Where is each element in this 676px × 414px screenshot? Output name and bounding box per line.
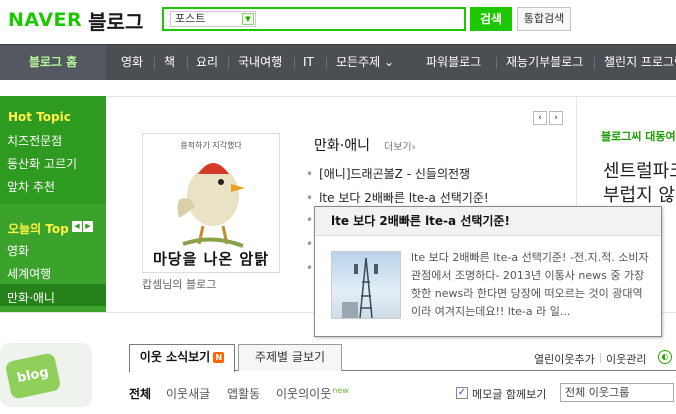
nav-item-movie[interactable]: 영화 <box>121 45 143 80</box>
book-caption[interactable]: 캅셈님의 블로그 <box>142 276 216 292</box>
today-top-item[interactable]: 세계여행 <box>7 265 51 282</box>
book-cover-image[interactable]: 용적하기 지각했다 마당을 나온 암탉 <box>142 133 280 273</box>
hot-topic-item[interactable]: 등산화 고르기 <box>7 155 77 172</box>
post-preview-popup[interactable]: lte 보다 2배빠른 lte-a 선택기준! lte 보다 2배빠른 lte-… <box>314 206 662 337</box>
bullet-icon: • <box>306 213 314 227</box>
section-title: 만화·애니 <box>314 138 370 154</box>
tab-neighbor-news[interactable]: 이웃 소식보기 N <box>129 344 235 372</box>
nav-divider <box>594 57 595 69</box>
blogc-headline-line: 센트럴파크 <box>603 161 676 182</box>
hot-topic-title: Hot Topic <box>8 110 71 124</box>
next-arrow-icon[interactable]: › <box>549 111 563 125</box>
cell-tower-image <box>342 257 378 318</box>
arrow-right-icon[interactable]: ▶ <box>83 221 93 232</box>
tab-label: 주제별 글보기 <box>254 350 326 364</box>
nav-divider <box>228 57 229 69</box>
today-top-item[interactable]: 영화 <box>7 242 29 259</box>
nav-item-talent-donation[interactable]: 재능기부블로그 <box>506 45 583 80</box>
nav-item-book[interactable]: 책 <box>164 45 175 80</box>
nav-item-cooking[interactable]: 요리 <box>196 45 218 80</box>
filter-neighbor-new[interactable]: 이웃새글 <box>166 385 210 402</box>
nav-item-power-blog[interactable]: 파워블로그 <box>426 45 481 80</box>
nav-blog-home[interactable]: 블로그 홈 <box>0 45 106 80</box>
blog-badge: blog <box>0 343 92 407</box>
chevron-down-icon[interactable]: ▼ <box>242 13 254 25</box>
filter-app-activity[interactable]: 앱활동 <box>227 385 260 402</box>
blog-logo-text[interactable]: 블로그 <box>88 6 143 35</box>
featured-list-item[interactable]: • lte 보다 2배빠른 lte-a 선택기준! <box>306 189 489 206</box>
today-top-item-active[interactable]: 만화·애니 <box>7 289 55 306</box>
tab-topic-posts[interactable]: 주제별 글보기 <box>238 344 342 371</box>
search-button[interactable]: 검색 <box>470 7 512 31</box>
featured-item-text: [애니]드래곤볼Z - 신들의전쟁 <box>319 167 471 181</box>
blogc-title[interactable]: 블로그씨 대동여 <box>601 128 676 144</box>
today-top-pager: ◀ ▶ <box>72 221 93 232</box>
search-box: 포스트 ▼ <box>162 7 466 31</box>
arrow-left-icon[interactable]: ◀ <box>72 221 82 232</box>
left-sidebar: Hot Topic 치즈전문점 등산화 고르기 앞차 추천 오늘의 Top ◀ … <box>0 96 106 312</box>
nav-divider <box>294 57 295 69</box>
nav-divider <box>187 57 188 69</box>
search-input[interactable] <box>260 11 460 27</box>
nav-divider <box>496 57 497 69</box>
bullet-icon: • <box>306 191 314 205</box>
featured-list-item[interactable]: • [애니]드래곤볼Z - 신들의전쟁 <box>306 165 470 182</box>
link-divider <box>600 353 601 363</box>
filter-all[interactable]: 전체 <box>129 385 151 402</box>
tab-label: 이웃 소식보기 <box>139 350 211 364</box>
open-neighbor-add-link[interactable]: 열린이웃추가 <box>534 351 595 367</box>
naver-logo-text[interactable]: NAVER <box>8 9 82 31</box>
today-top-title: 오늘의 Top <box>8 222 69 236</box>
prev-arrow-icon[interactable]: ‹ <box>533 111 547 125</box>
blogc-headline-line: 부럽지 않 <box>603 185 675 206</box>
main-nav: 블로그 홈 영화 책 요리 국내여행 IT 모든주제 ⌄ 파워블로그 재능기부블… <box>0 44 676 80</box>
search-category-select[interactable]: 포스트 ▼ <box>170 11 256 27</box>
popup-body-text: lte 보다 2배빠른 lte-a 선택기준! -전.지.적. 소비자 관점에서… <box>411 251 649 318</box>
nav-divider <box>154 57 155 69</box>
popup-title[interactable]: lte 보다 2배빠른 lte-a 선택기준! <box>315 207 661 236</box>
memo-checkbox[interactable]: ✓ <box>456 387 468 399</box>
nav-item-challenge[interactable]: 챌린지 프로그램 <box>604 45 676 80</box>
naver-blog-logo[interactable]: NAVER 블로그 <box>8 6 143 35</box>
nav-item-domestic-travel[interactable]: 국내여행 <box>238 45 282 80</box>
nav-item-it[interactable]: IT <box>303 45 314 80</box>
top-header: NAVER 블로그 포스트 ▼ 검색 통합검색 <box>0 0 676 44</box>
filter-label: 이웃의이웃 <box>276 387 332 401</box>
neighbor-manage-link[interactable]: 이웃관리 <box>606 351 646 367</box>
bullet-icon: • <box>306 167 314 181</box>
blog-bubble-icon: blog <box>4 352 62 400</box>
popup-thumbnail[interactable] <box>331 251 401 319</box>
filter-neighbor-of-neighbor[interactable]: 이웃의이웃new <box>276 385 349 402</box>
memo-checkbox-label[interactable]: 메모글 함께보기 <box>472 386 546 402</box>
bullet-icon: • <box>306 237 314 251</box>
neighbor-group-select[interactable]: 전체 이웃그룹 <box>560 383 674 402</box>
nav-item-all-topics[interactable]: 모든주제 ⌄ <box>336 45 394 80</box>
new-badge: N <box>213 352 225 363</box>
hot-topic-item[interactable]: 치즈전문점 <box>7 132 62 149</box>
book-cover-title: 마당을 나온 암탉 <box>152 250 270 268</box>
search-category-value: 포스트 <box>175 12 206 25</box>
nav-divider <box>326 57 327 69</box>
new-label: new <box>332 386 349 395</box>
bullet-icon: • <box>306 261 314 275</box>
hot-topic-item[interactable]: 앞차 추천 <box>7 178 55 195</box>
total-search-button[interactable]: 통합검색 <box>517 7 571 31</box>
section-more-link[interactable]: 더보기› <box>384 138 416 153</box>
featured-item-text: lte 보다 2배빠른 lte-a 선택기준! <box>319 191 489 205</box>
settings-icon[interactable]: ◐ <box>658 350 672 364</box>
